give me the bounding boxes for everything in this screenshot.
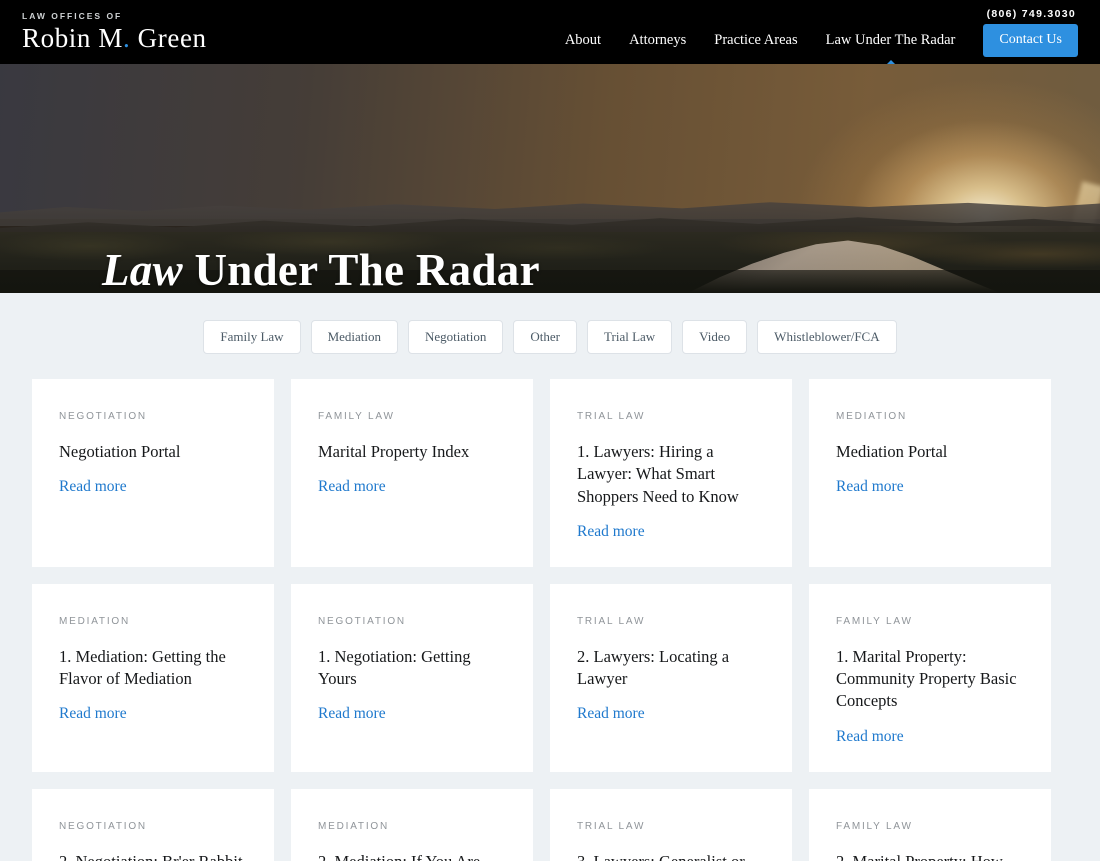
nav-item-about[interactable]: About — [551, 25, 615, 55]
card-read-more-link[interactable]: Read more — [836, 728, 904, 745]
card-category: NEGOTIATION — [318, 615, 406, 627]
article-card[interactable]: MEDIATION Mediation Portal Read more — [809, 379, 1051, 567]
card-category: FAMILY LAW — [836, 615, 913, 627]
card-title: Negotiation Portal — [59, 442, 181, 461]
card-category: MEDIATION — [59, 615, 131, 627]
nav-label-attorneys: Attorneys — [629, 31, 687, 48]
logo-name-part1: Robin M — [22, 23, 123, 54]
card-title: 2. Negotiation: Br'er Rabbit — The Fathe… — [59, 851, 250, 861]
filter-chip-whistleblower-fca[interactable]: Whistleblower/FCA — [757, 320, 897, 354]
logo-name-part2: Green — [130, 23, 207, 54]
hero-banner: Law Under The Radar — [0, 64, 1100, 293]
card-title: 2. Mediation: If You Are Ordered to Medi… — [318, 851, 509, 861]
card-title: 1. Negotiation: Getting Yours — [318, 646, 471, 689]
card-category: NEGOTIATION — [59, 411, 147, 422]
article-card[interactable]: TRIAL LAW 2. Lawyers: Locating a Lawyer … — [550, 583, 792, 772]
article-card[interactable]: TRIAL LAW 3. Lawyers: Generalist or Spec… — [550, 788, 792, 861]
card-title: 2. Marital Property: How Courts Divide C… — [836, 851, 1027, 861]
nav-item-law-under-the-radar[interactable]: Law Under The Radar — [811, 25, 970, 73]
article-card[interactable]: TRIAL LAW 1. Lawyers: Hiring a Lawyer: W… — [550, 379, 792, 567]
article-card[interactable]: MEDIATION 2. Mediation: If You Are Order… — [291, 788, 533, 861]
card-read-more-link[interactable]: Read more — [318, 478, 386, 495]
article-card-grid: NEGOTIATION Negotiation Portal Read more… — [32, 379, 1068, 861]
card-read-more-link[interactable]: Read more — [318, 705, 386, 722]
contact-us-button[interactable]: Contact Us — [983, 23, 1078, 57]
card-category: MEDIATION — [836, 411, 908, 422]
article-card[interactable]: FAMILY LAW 2. Marital Property: How Cour… — [809, 788, 1051, 861]
card-title: 2. Lawyers: Locating a Lawyer — [577, 646, 730, 689]
card-title: Marital Property Index — [318, 442, 470, 461]
logo-name: Robin M. Green — [22, 25, 207, 52]
article-card[interactable]: NEGOTIATION Negotiation Portal Read more — [32, 379, 274, 567]
nav-label-practice-areas: Practice Areas — [714, 31, 798, 48]
filter-chip-other[interactable]: Other — [513, 320, 578, 354]
card-category: TRIAL LAW — [577, 820, 646, 832]
hero-title: Law Under The Radar — [102, 244, 540, 293]
card-read-more-link[interactable]: Read more — [577, 523, 645, 540]
card-read-more-link[interactable]: Read more — [59, 705, 127, 722]
filter-chip-negotiation[interactable]: Negotiation — [408, 320, 504, 354]
article-card[interactable]: FAMILY LAW Marital Property Index Read m… — [291, 379, 533, 567]
filter-chip-trial-law[interactable]: Trial Law — [587, 320, 673, 354]
card-category: FAMILY LAW — [318, 411, 395, 422]
nav-item-practice-areas[interactable]: Practice Areas — [700, 25, 811, 55]
filter-chip-family-law[interactable]: Family Law — [203, 320, 301, 354]
article-card[interactable]: MEDIATION 1. Mediation: Getting the Flav… — [32, 583, 274, 772]
card-category: NEGOTIATION — [59, 820, 147, 832]
nav-item-attorneys[interactable]: Attorneys — [615, 25, 700, 55]
card-read-more-link[interactable]: Read more — [59, 478, 127, 495]
card-read-more-link[interactable]: Read more — [577, 705, 645, 722]
main-navigation: About Attorneys Practice Areas Law Under… — [551, 23, 1078, 73]
card-title: 3. Lawyers: Generalist or Specialist — L… — [577, 851, 768, 861]
phone-number[interactable]: (806) 749.3030 — [987, 8, 1076, 20]
nav-label-law-under-the-radar: Law Under The Radar — [825, 31, 956, 48]
card-category: MEDIATION — [318, 820, 390, 832]
card-read-more-link[interactable]: Read more — [836, 478, 904, 495]
site-header: LAW OFFICES OF Robin M. Green (806) 749.… — [0, 0, 1100, 73]
card-category: TRIAL LAW — [577, 615, 646, 627]
article-card[interactable]: NEGOTIATION 2. Negotiation: Br'er Rabbit… — [32, 788, 274, 861]
logo-eyebrow: LAW OFFICES OF — [22, 10, 123, 21]
hero-title-italic: Law — [102, 245, 183, 293]
card-category: TRIAL LAW — [577, 411, 646, 422]
hero-title-rest: Under The Radar — [182, 245, 540, 293]
site-logo[interactable]: LAW OFFICES OF Robin M. Green — [22, 12, 207, 53]
filter-chip-video[interactable]: Video — [682, 320, 748, 354]
category-filter-bar: Family Law Mediation Negotiation Other T… — [0, 293, 1100, 354]
header-right: (806) 749.3030 About Attorneys Practice … — [551, 0, 1100, 73]
card-title: 1. Mediation: Getting the Flavor of Medi… — [59, 646, 226, 689]
card-title: Mediation Portal — [836, 442, 948, 461]
filter-chip-mediation[interactable]: Mediation — [310, 320, 399, 354]
article-card[interactable]: FAMILY LAW 1. Marital Property: Communit… — [809, 583, 1051, 772]
article-card[interactable]: NEGOTIATION 1. Negotiation: Getting Your… — [291, 583, 533, 772]
nav-label-about: About — [564, 31, 602, 48]
card-category: FAMILY LAW — [836, 820, 913, 832]
card-title: 1. Lawyers: Hiring a Lawyer: What Smart … — [577, 442, 739, 506]
card-title: 1. Marital Property: Community Property … — [836, 646, 1017, 711]
